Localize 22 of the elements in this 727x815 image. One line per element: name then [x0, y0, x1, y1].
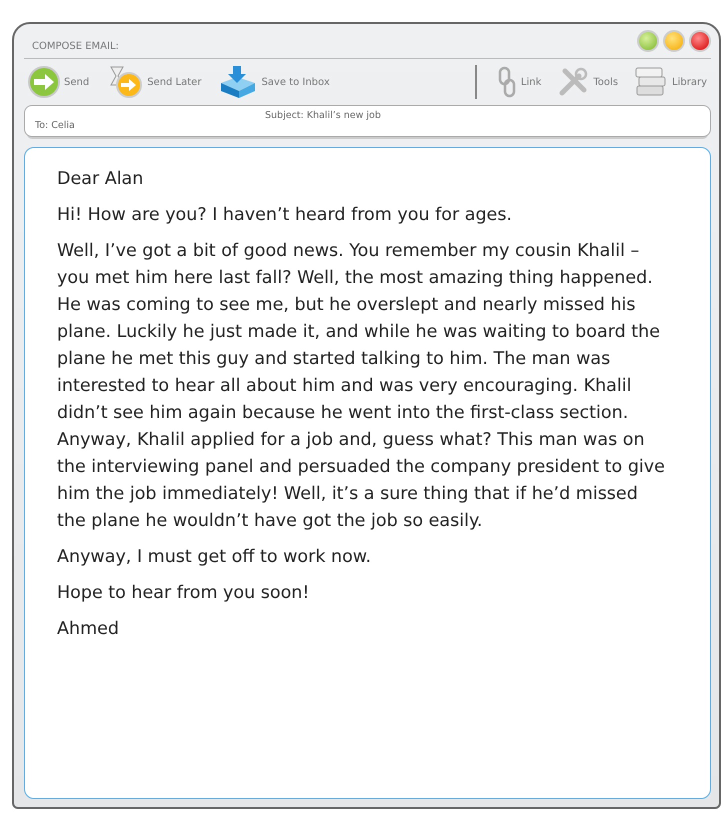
- window-title: COMPOSE EMAIL:: [31, 40, 119, 52]
- tools-button[interactable]: Tools: [557, 66, 618, 98]
- message-paragraph: Ahmed: [57, 618, 120, 641]
- message-paragraph: Dear Alan: [57, 168, 144, 191]
- message-paragraph: Hope to hear from you soon!: [57, 582, 310, 605]
- message-paragraph: Well, I’ve got a bit of good news. You remember my cousin Khalil – you met him here last fall? Well, the most amazing thing happened. He was coming to see me, but he overslept and nearly missed his plane. Luckily he just made it, and while he was waiting to board the plane he met this guy and started talking to him. The man was interested to hear all about him and was very encouraging. Khalil didn’t see him again because he went into the first-class section. Anyway, Khalil applied for a job and, guess what? This man was on the interviewing panel and persuaded the company president to give him the job immediately! Well, it’s a sure thing that if he’d missed the plane he wouldn’t have got the job so easily.: [57, 240, 666, 533]
- save-button[interactable]: Save to Inbox: [219, 65, 330, 99]
- message-paragraph: Hi! How are you? I haven’t heard from you for ages.: [57, 204, 513, 227]
- message-body[interactable]: [24, 147, 711, 799]
- link-button[interactable]: Link: [496, 66, 542, 98]
- chain-link-icon: [496, 66, 517, 98]
- library-button[interactable]: Library: [634, 66, 707, 98]
- header-field[interactable]: To: Celia Subject: Khalil’s new job: [24, 105, 711, 137]
- inbox-download-icon: [219, 65, 258, 99]
- close-button[interactable]: [689, 30, 711, 52]
- to-field: To: Celia: [35, 120, 75, 131]
- send-button[interactable]: Send: [28, 66, 90, 98]
- books-icon: [634, 66, 668, 98]
- subject-field: Subject: Khalil’s new job: [265, 110, 381, 121]
- tools-icon: [557, 66, 590, 98]
- message-paragraph: Anyway, I must get off to work now.: [57, 546, 372, 569]
- send-later-button[interactable]: Send Later: [107, 65, 202, 99]
